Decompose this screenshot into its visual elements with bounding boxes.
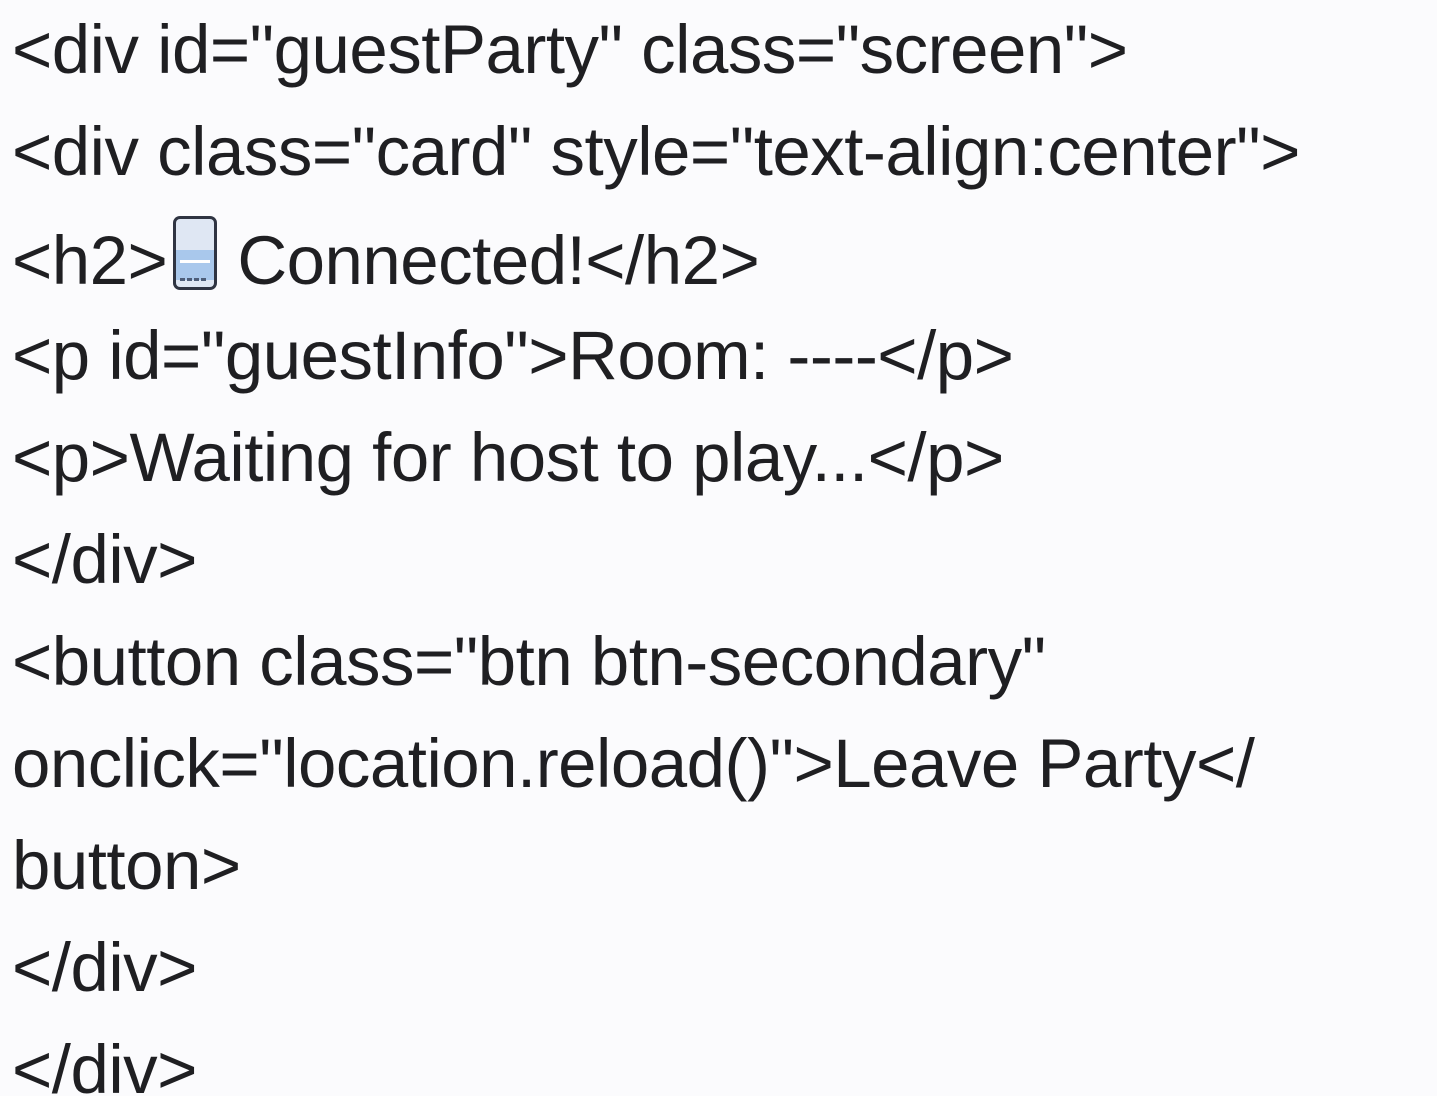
code-line-9: button>	[12, 827, 241, 904]
code-line-7: <button class="btn btn-secondary"	[12, 623, 1046, 700]
code-line-1: <div id="guestParty" class="screen">	[12, 11, 1128, 88]
code-line-6: </div>	[12, 521, 197, 598]
code-line-4: <p id="guestInfo">Room: ----</p>	[12, 317, 1014, 394]
code-line-8: onclick="location.reload()">Leave Party<…	[12, 725, 1255, 802]
code-line-3-start: <h2>	[12, 222, 168, 299]
code-line-2: <div class="card" style="text-align:cent…	[12, 113, 1300, 190]
code-line-11: </div>	[12, 1031, 197, 1096]
code-line-3: <h2> Connected!</h2>	[12, 214, 760, 299]
code-line-3-end: Connected!</h2>	[237, 222, 760, 299]
code-line-10: </div>	[12, 929, 197, 1006]
mobile-phone-icon	[171, 214, 219, 292]
code-line-5: <p>Waiting for host to play...</p>	[12, 419, 1004, 496]
code-document: <div id="guestParty" class="screen"> <di…	[12, 0, 1432, 1096]
